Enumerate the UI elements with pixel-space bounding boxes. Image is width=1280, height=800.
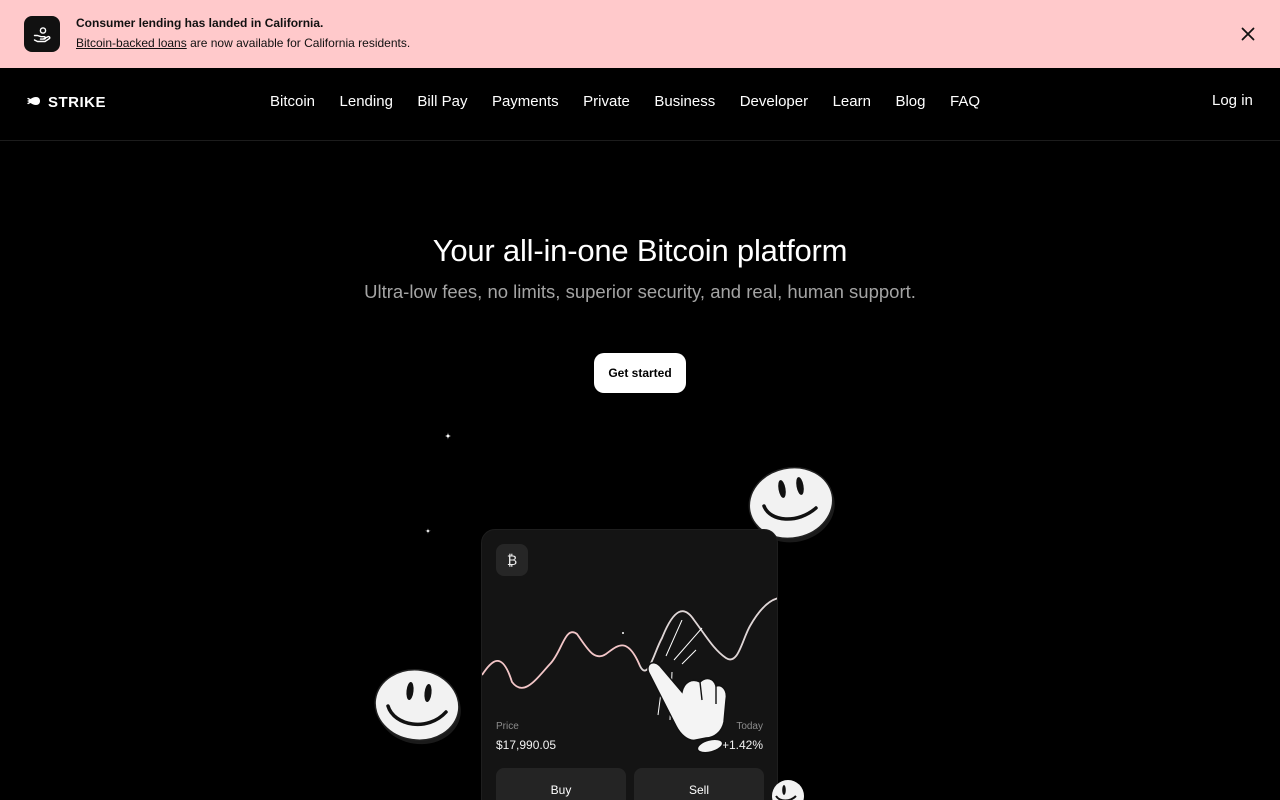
nav-link-learn[interactable]: Learn (833, 93, 871, 110)
nav-link-lending[interactable]: Lending (340, 93, 393, 110)
pointing-hand-icon (647, 620, 728, 754)
smiley-face-icon (374, 669, 461, 745)
hero-title: Your all-in-one Bitcoin platform (432, 233, 848, 268)
price-value: $17,990.05 (496, 738, 557, 752)
nav-link-business[interactable]: Business (654, 93, 715, 110)
bitcoin-icon: ₿ (496, 544, 528, 576)
hand-coin-icon (24, 16, 60, 52)
close-icon[interactable] (1236, 22, 1260, 46)
nav-link-bill-pay[interactable]: Bill Pay (417, 93, 467, 110)
nav-link-payments[interactable]: Payments (492, 93, 559, 110)
price-label: Price (496, 721, 519, 732)
banner-text: Bitcoin-backed loans are now available f… (76, 36, 410, 50)
announcement-banner: Consumer lending has landed in Californi… (0, 0, 1280, 68)
sell-button[interactable]: Sell (634, 768, 764, 800)
sparkle-icon (424, 527, 432, 535)
nav-link-blog[interactable]: Blog (895, 93, 925, 110)
buy-button[interactable]: Buy (496, 768, 626, 800)
nav-link-faq[interactable]: FAQ (950, 93, 980, 110)
nav-link-developer[interactable]: Developer (740, 93, 808, 110)
smiley-face-icon (772, 780, 804, 800)
hero-subtitle: Ultra-low fees, no limits, superior secu… (364, 281, 916, 302)
banner-text-rest: are now available for California residen… (186, 36, 411, 50)
logo-text: STRIKE (48, 94, 107, 111)
today-label: Today (736, 721, 763, 732)
get-started-button[interactable]: Get started (594, 353, 686, 393)
top-navigation: STRIKE Bitcoin Lending Bill Pay Payments… (0, 68, 1280, 141)
bitcoin-loans-link[interactable]: Bitcoin-backed loans (76, 36, 187, 50)
banner-title: Consumer lending has landed in Californi… (76, 16, 324, 30)
nav-links: Bitcoin Lending Bill Pay Payments Privat… (270, 93, 1005, 110)
nav-link-private[interactable]: Private (583, 93, 630, 110)
sparkle-icon (444, 432, 452, 440)
strike-logo-icon (26, 94, 42, 111)
strike-logo[interactable]: STRIKE (26, 94, 106, 111)
login-link[interactable]: Log in (1212, 92, 1253, 109)
nav-link-bitcoin[interactable]: Bitcoin (270, 93, 315, 110)
